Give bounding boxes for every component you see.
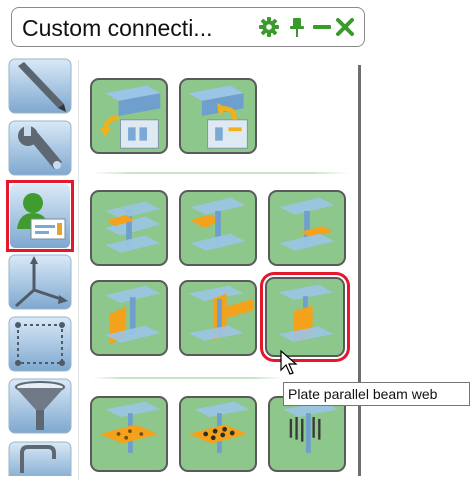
tooltip: Plate parallel beam web: [283, 382, 470, 406]
perforated-plate-icon: [99, 401, 161, 453]
pencil-icon[interactable]: [8, 58, 72, 114]
palette-title: Custom connecti...: [22, 15, 213, 41]
beam-rotate-left-tile[interactable]: [90, 78, 168, 154]
plate-lower-flange-tile[interactable]: [90, 190, 168, 266]
side-toolbar: [4, 55, 76, 476]
axes-icon[interactable]: [8, 254, 72, 310]
plate-upper-flange-tile[interactable]: [179, 190, 257, 266]
wrench-icon[interactable]: [8, 120, 72, 176]
palette-title-bar: Custom connecti...: [11, 7, 365, 47]
plate-parallel-beam-web-icon: [278, 284, 334, 342]
bolted-plate-tile[interactable]: [179, 396, 257, 472]
gear-icon[interactable]: [258, 16, 280, 38]
minimize-icon[interactable]: [311, 16, 333, 38]
perforated-plate-tile[interactable]: [90, 396, 168, 472]
dotted-box-icon[interactable]: [8, 316, 72, 372]
clamp-icon[interactable]: [8, 441, 72, 476]
bolted-plate-icon: [188, 401, 250, 453]
group-separator: [92, 377, 282, 379]
plate-on-upper-flange-icon: [190, 197, 246, 251]
plate-on-lower-flange-icon: [105, 201, 161, 253]
beam-rotate-right-tile[interactable]: [179, 78, 257, 154]
plate-parallel-beam-web-tile[interactable]: [265, 277, 345, 357]
pin-icon[interactable]: [286, 16, 308, 38]
stud-anchors-tile[interactable]: [268, 396, 346, 472]
user-component-button[interactable]: [6, 180, 74, 252]
panel-scrollbar[interactable]: [358, 65, 361, 476]
beam-rotate-left-icon: [99, 85, 161, 149]
plate-through-web-icon: [188, 285, 254, 341]
mouse-cursor-icon: [280, 350, 298, 375]
plate-in-web-tile[interactable]: [268, 190, 346, 266]
plate-left-of-web-icon: [105, 285, 161, 345]
plate-through-web-tile[interactable]: [179, 280, 257, 356]
user-component-icon: [10, 184, 70, 248]
close-icon[interactable]: [334, 16, 356, 38]
funnel-icon[interactable]: [8, 378, 72, 434]
plate-left-web-tile[interactable]: [90, 280, 168, 356]
stud-anchors-icon: [283, 401, 339, 453]
beam-rotate-right-icon: [188, 85, 248, 149]
plate-in-web-icon: [279, 197, 335, 251]
group-separator: [92, 172, 350, 174]
